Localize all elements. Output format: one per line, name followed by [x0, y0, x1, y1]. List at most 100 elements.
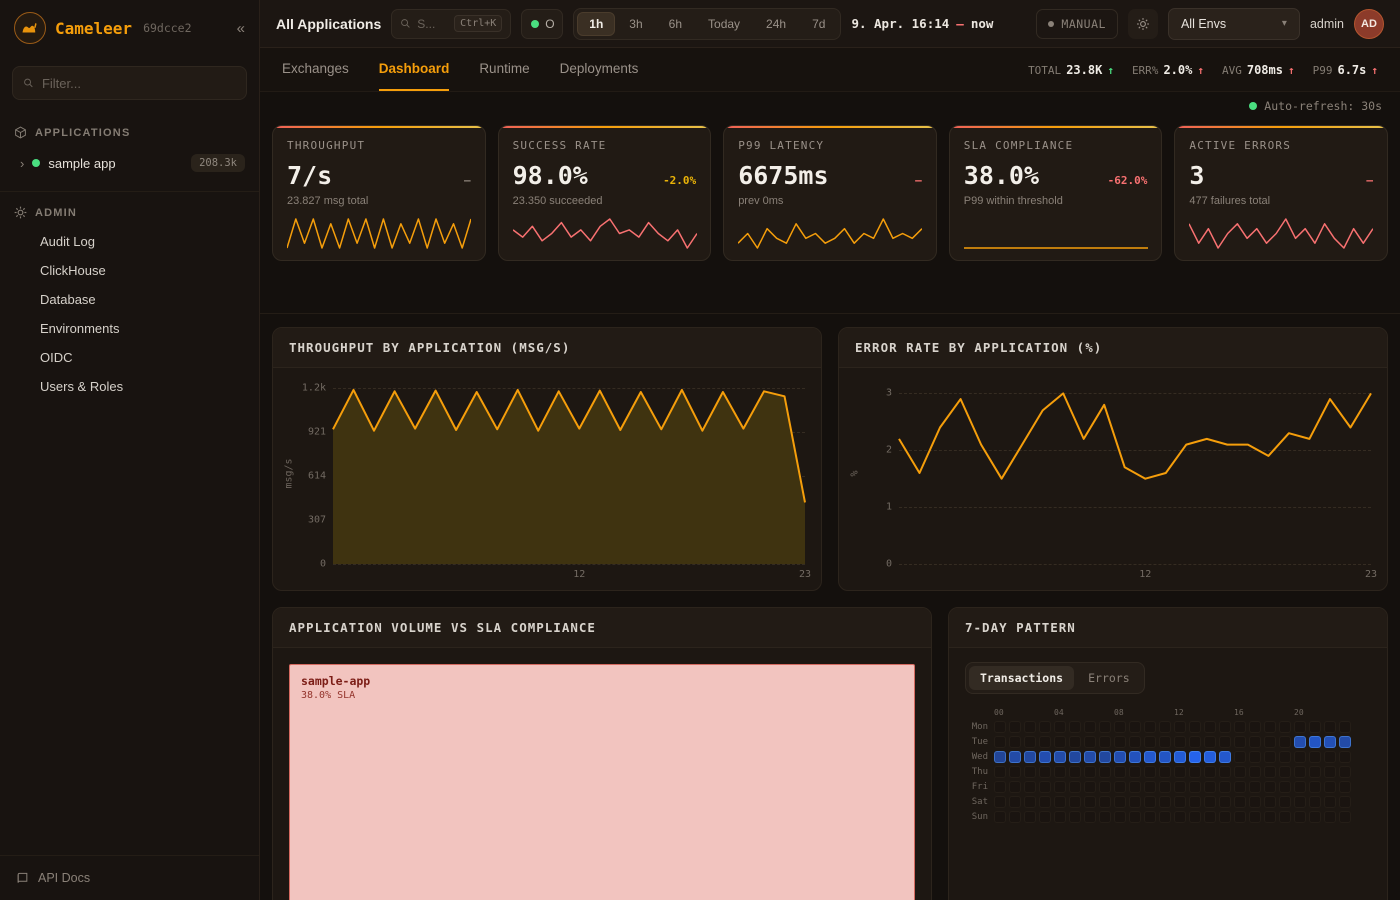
heatmap-cell[interactable]	[1174, 796, 1186, 808]
heatmap-cell[interactable]	[1039, 781, 1051, 793]
heatmap-cell[interactable]	[1279, 796, 1291, 808]
heatmap-cell[interactable]	[1009, 736, 1021, 748]
tab-runtime[interactable]: Runtime	[479, 48, 529, 91]
heatmap-cell[interactable]	[1024, 781, 1036, 793]
heatmap-cell[interactable]	[1024, 766, 1036, 778]
kpi-card-p99-latency[interactable]: P99 LATENCY 6675ms — prev 0ms	[723, 125, 937, 261]
heatmap-cell[interactable]	[1279, 781, 1291, 793]
heatmap-cell[interactable]	[1039, 766, 1051, 778]
sidebar-item-sample-app[interactable]: › sample app 208.3k	[0, 147, 259, 179]
heatmap-cell[interactable]	[1234, 736, 1246, 748]
heatmap-cell[interactable]	[1174, 721, 1186, 733]
heatmap-cell[interactable]	[1144, 751, 1156, 763]
heatmap-cell[interactable]	[1219, 736, 1231, 748]
heatmap-cell[interactable]	[1339, 736, 1351, 748]
heatmap-cell[interactable]	[1159, 811, 1171, 823]
heatmap-cell[interactable]	[1129, 811, 1141, 823]
heatmap-cell[interactable]	[1084, 796, 1096, 808]
heatmap-cell[interactable]	[994, 721, 1006, 733]
heatmap-cell[interactable]	[1219, 721, 1231, 733]
heatmap-cell[interactable]	[1174, 781, 1186, 793]
heatmap-cell[interactable]	[1189, 766, 1201, 778]
heatmap-cell[interactable]	[1219, 751, 1231, 763]
heatmap-cell[interactable]	[1294, 766, 1306, 778]
heatmap-cell[interactable]	[1339, 781, 1351, 793]
heatmap-cell[interactable]	[1234, 751, 1246, 763]
sidebar-item-oidc[interactable]: OIDC	[0, 343, 259, 372]
heatmap-cell[interactable]	[1084, 766, 1096, 778]
sidebar-item-users-roles[interactable]: Users & Roles	[0, 372, 259, 401]
heatmap-cell[interactable]	[1099, 796, 1111, 808]
heatmap-cell[interactable]	[1249, 796, 1261, 808]
heatmap-cell[interactable]	[1279, 766, 1291, 778]
heatmap-cell[interactable]	[1279, 721, 1291, 733]
heatmap-cell[interactable]	[1054, 766, 1066, 778]
heatmap-cell[interactable]	[1204, 751, 1216, 763]
sidebar-filter[interactable]	[12, 66, 247, 100]
heatmap-cell[interactable]	[1219, 766, 1231, 778]
heatmap-cell[interactable]	[1084, 781, 1096, 793]
heatmap-cell[interactable]	[1234, 796, 1246, 808]
error-rate-chart[interactable]: % 0123 1223	[847, 382, 1371, 564]
heatmap-cell[interactable]	[1249, 781, 1261, 793]
heatmap-cell[interactable]	[1189, 811, 1201, 823]
heatmap-cell[interactable]	[1069, 796, 1081, 808]
time-range-today[interactable]: Today	[696, 12, 752, 36]
heatmap-cell[interactable]	[1114, 751, 1126, 763]
heatmap-cell[interactable]	[1309, 736, 1321, 748]
heatmap-cell[interactable]	[1069, 811, 1081, 823]
heatmap-cell[interactable]	[1099, 781, 1111, 793]
heatmap-cell[interactable]	[1084, 721, 1096, 733]
global-search[interactable]: Ctrl+K	[391, 9, 511, 39]
heatmap-cell[interactable]	[1189, 781, 1201, 793]
heatmap-cell[interactable]	[1054, 781, 1066, 793]
sidebar-item-database[interactable]: Database	[0, 285, 259, 314]
heatmap-cell[interactable]	[1144, 766, 1156, 778]
heatmap-cell[interactable]	[1309, 811, 1321, 823]
heatmap-cell[interactable]	[1099, 751, 1111, 763]
heatmap-cell[interactable]	[994, 781, 1006, 793]
search-input[interactable]	[417, 17, 447, 31]
heatmap-cell[interactable]	[1114, 796, 1126, 808]
heatmap-cell[interactable]	[1309, 766, 1321, 778]
heatmap-cell[interactable]	[1264, 721, 1276, 733]
heatmap-cell[interactable]	[1234, 781, 1246, 793]
heatmap-cell[interactable]	[1339, 811, 1351, 823]
heatmap-cell[interactable]	[1249, 736, 1261, 748]
heatmap-cell[interactable]	[1144, 796, 1156, 808]
heatmap-cell[interactable]	[1294, 781, 1306, 793]
heatmap-cell[interactable]	[1039, 751, 1051, 763]
sidebar-item-environments[interactable]: Environments	[0, 314, 259, 343]
env-select[interactable]: All Envs ▾	[1168, 8, 1300, 40]
heatmap-cell[interactable]	[1069, 781, 1081, 793]
time-range-3h[interactable]: 3h	[617, 12, 654, 36]
heatmap-cell[interactable]	[1339, 751, 1351, 763]
heatmap-cell[interactable]	[1249, 751, 1261, 763]
heatmap-cell[interactable]	[1024, 721, 1036, 733]
heatmap-cell[interactable]	[1024, 811, 1036, 823]
heatmap-cell[interactable]	[1279, 811, 1291, 823]
heatmap-cell[interactable]	[1324, 796, 1336, 808]
heatmap-cell[interactable]	[1009, 796, 1021, 808]
heatmap-cell[interactable]	[1309, 796, 1321, 808]
heatmap-cell[interactable]	[1294, 811, 1306, 823]
heatmap-cell[interactable]	[1039, 811, 1051, 823]
heatmap-cell[interactable]	[1309, 721, 1321, 733]
heatmap-cell[interactable]	[1279, 751, 1291, 763]
heatmap-cell[interactable]	[1204, 796, 1216, 808]
sidebar-item-audit-log[interactable]: Audit Log	[0, 227, 259, 256]
time-range-7d[interactable]: 7d	[800, 12, 837, 36]
avatar[interactable]: AD	[1354, 9, 1384, 39]
heatmap-cell[interactable]	[1069, 736, 1081, 748]
heatmap-cell[interactable]	[1114, 736, 1126, 748]
heatmap-cell[interactable]	[1024, 736, 1036, 748]
heatmap-cell[interactable]	[1189, 736, 1201, 748]
heatmap-cell[interactable]	[1054, 736, 1066, 748]
heatmap-cell[interactable]	[1174, 766, 1186, 778]
heatmap-cell[interactable]	[1339, 796, 1351, 808]
theme-toggle-button[interactable]	[1128, 9, 1158, 39]
heatmap-cell[interactable]	[1219, 811, 1231, 823]
heatmap-cell[interactable]	[1159, 751, 1171, 763]
heatmap-cell[interactable]	[1099, 811, 1111, 823]
heatmap-cell[interactable]	[1054, 751, 1066, 763]
